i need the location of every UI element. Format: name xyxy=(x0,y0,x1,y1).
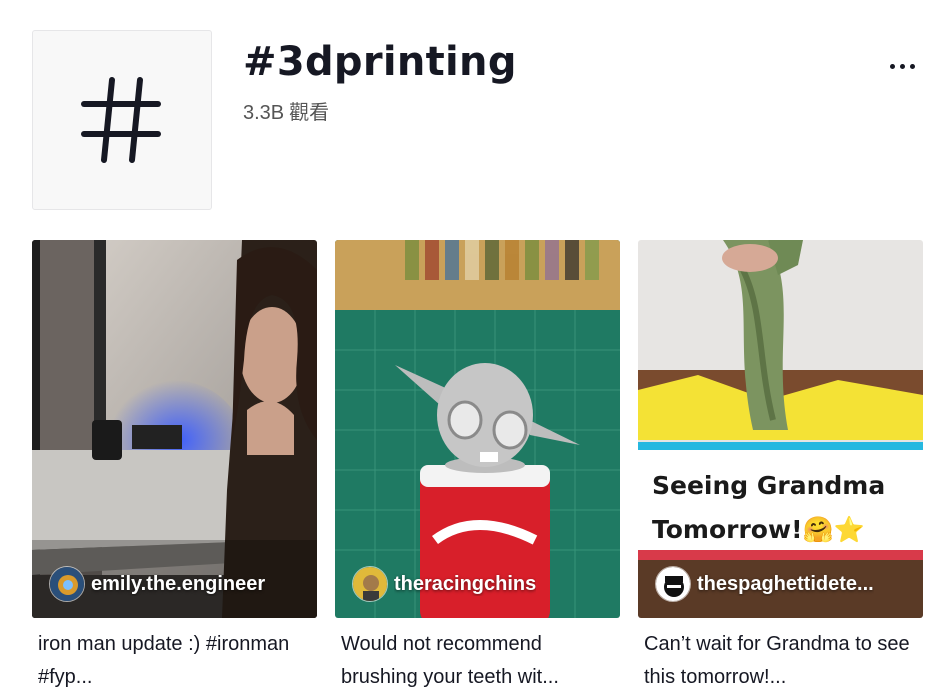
overlay-line-1: Seeing Grandma xyxy=(652,471,886,500)
avatar[interactable] xyxy=(49,566,85,602)
hashtag-avatar xyxy=(32,30,212,210)
video-author[interactable]: emily.the.engineer xyxy=(49,566,265,602)
page-title: #3dprinting xyxy=(243,39,517,85)
views-count-value: 3.3B xyxy=(243,102,285,124)
hashtag-icon xyxy=(81,77,161,163)
views-count: 3.3B 觀看 xyxy=(243,96,334,125)
video-thumbnail[interactable]: theracingchins xyxy=(335,240,620,618)
video-card[interactable]: emily.the.engineer iron man update :) #i… xyxy=(32,240,317,694)
video-thumbnail-image xyxy=(638,240,923,618)
video-card[interactable]: Seeing Grandma Tomorrow!🤗⭐ thespaghettid… xyxy=(638,240,923,694)
author-name[interactable]: theracingchins xyxy=(394,573,536,596)
video-description[interactable]: Can’t wait for Grandma to see this tomor… xyxy=(638,628,923,694)
video-description[interactable]: iron man update :) #ironman #fyp... xyxy=(32,628,317,694)
author-name[interactable]: emily.the.engineer xyxy=(91,573,265,596)
video-author[interactable]: thespaghettidete... xyxy=(655,566,874,602)
avatar[interactable] xyxy=(655,566,691,602)
video-author[interactable]: theracingchins xyxy=(352,566,536,602)
video-thumbnail[interactable]: emily.the.engineer xyxy=(32,240,317,618)
video-thumbnail[interactable]: Seeing Grandma Tomorrow!🤗⭐ thespaghettid… xyxy=(638,240,923,618)
video-card[interactable]: theracingchins Would not recommend brush… xyxy=(335,240,620,694)
video-thumbnail-image xyxy=(335,240,620,618)
overlay-line-2: Tomorrow!🤗⭐ xyxy=(652,515,865,544)
video-thumbnail-image xyxy=(32,240,317,618)
more-options-button[interactable] xyxy=(880,54,924,78)
views-count-label: 觀看 xyxy=(289,102,330,124)
video-description[interactable]: Would not recommend brushing your teeth … xyxy=(335,628,620,694)
video-text-overlay: Seeing Grandma Tomorrow!🤗⭐ xyxy=(638,442,923,560)
more-icon xyxy=(889,63,895,69)
author-name[interactable]: thespaghettidete... xyxy=(697,573,874,596)
video-grid: emily.the.engineer iron man update :) #i… xyxy=(32,240,923,695)
avatar[interactable] xyxy=(352,566,388,602)
